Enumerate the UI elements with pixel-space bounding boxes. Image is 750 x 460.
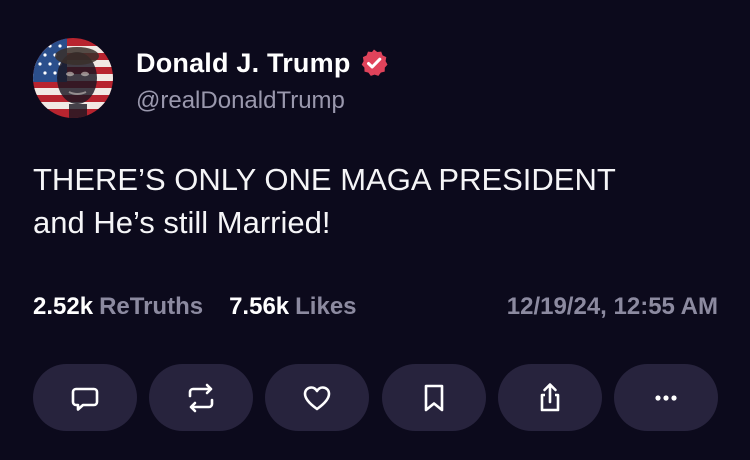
flag-portrait-avatar-icon <box>33 38 113 118</box>
likes-stat[interactable]: 7.56k Likes <box>229 293 356 321</box>
more-options-icon <box>655 394 677 401</box>
author-avatar[interactable] <box>33 38 113 118</box>
post-timestamp: 12/19/24, 12:55 AM <box>506 293 718 320</box>
likes-label: Likes <box>295 293 357 320</box>
likes-count: 7.56k <box>229 293 290 320</box>
like-button[interactable] <box>265 364 370 431</box>
verified-badge-icon <box>359 48 389 78</box>
author-display-name[interactable]: Donald J. Trump <box>136 48 351 79</box>
retruths-stat[interactable]: 2.52k ReTruths <box>33 293 203 321</box>
author-handle[interactable]: @realDonaldTrump <box>136 87 345 115</box>
retruths-count: 2.52k <box>33 293 94 320</box>
post-text-line-2: and He’s still Married! <box>33 205 331 240</box>
post-stats: 2.52k ReTruths 7.56k Likes 12/19/24, 12:55… <box>33 292 718 322</box>
more-options-button[interactable] <box>613 364 718 431</box>
reply-button[interactable] <box>33 364 137 431</box>
retruths-label: ReTruths <box>99 293 204 320</box>
share-icon <box>540 382 560 411</box>
post-body: THERE’S ONLY ONE MAGA PRESIDENT and He’s… <box>33 158 723 244</box>
retruth-icon <box>188 383 214 412</box>
action-bar <box>33 364 718 431</box>
post-text-line-1: THERE’S ONLY ONE MAGA PRESIDENT <box>33 162 616 197</box>
like-heart-icon <box>304 385 331 410</box>
retruth-button[interactable] <box>149 364 254 431</box>
bookmark-button[interactable] <box>381 364 486 431</box>
truth-post: Donald J. Trump @realDonaldTrump THERE’S… <box>0 0 750 460</box>
reply-icon <box>71 387 99 411</box>
author-name-row: Donald J. Trump <box>136 44 389 82</box>
bookmark-icon <box>424 384 443 411</box>
share-button[interactable] <box>497 364 602 431</box>
